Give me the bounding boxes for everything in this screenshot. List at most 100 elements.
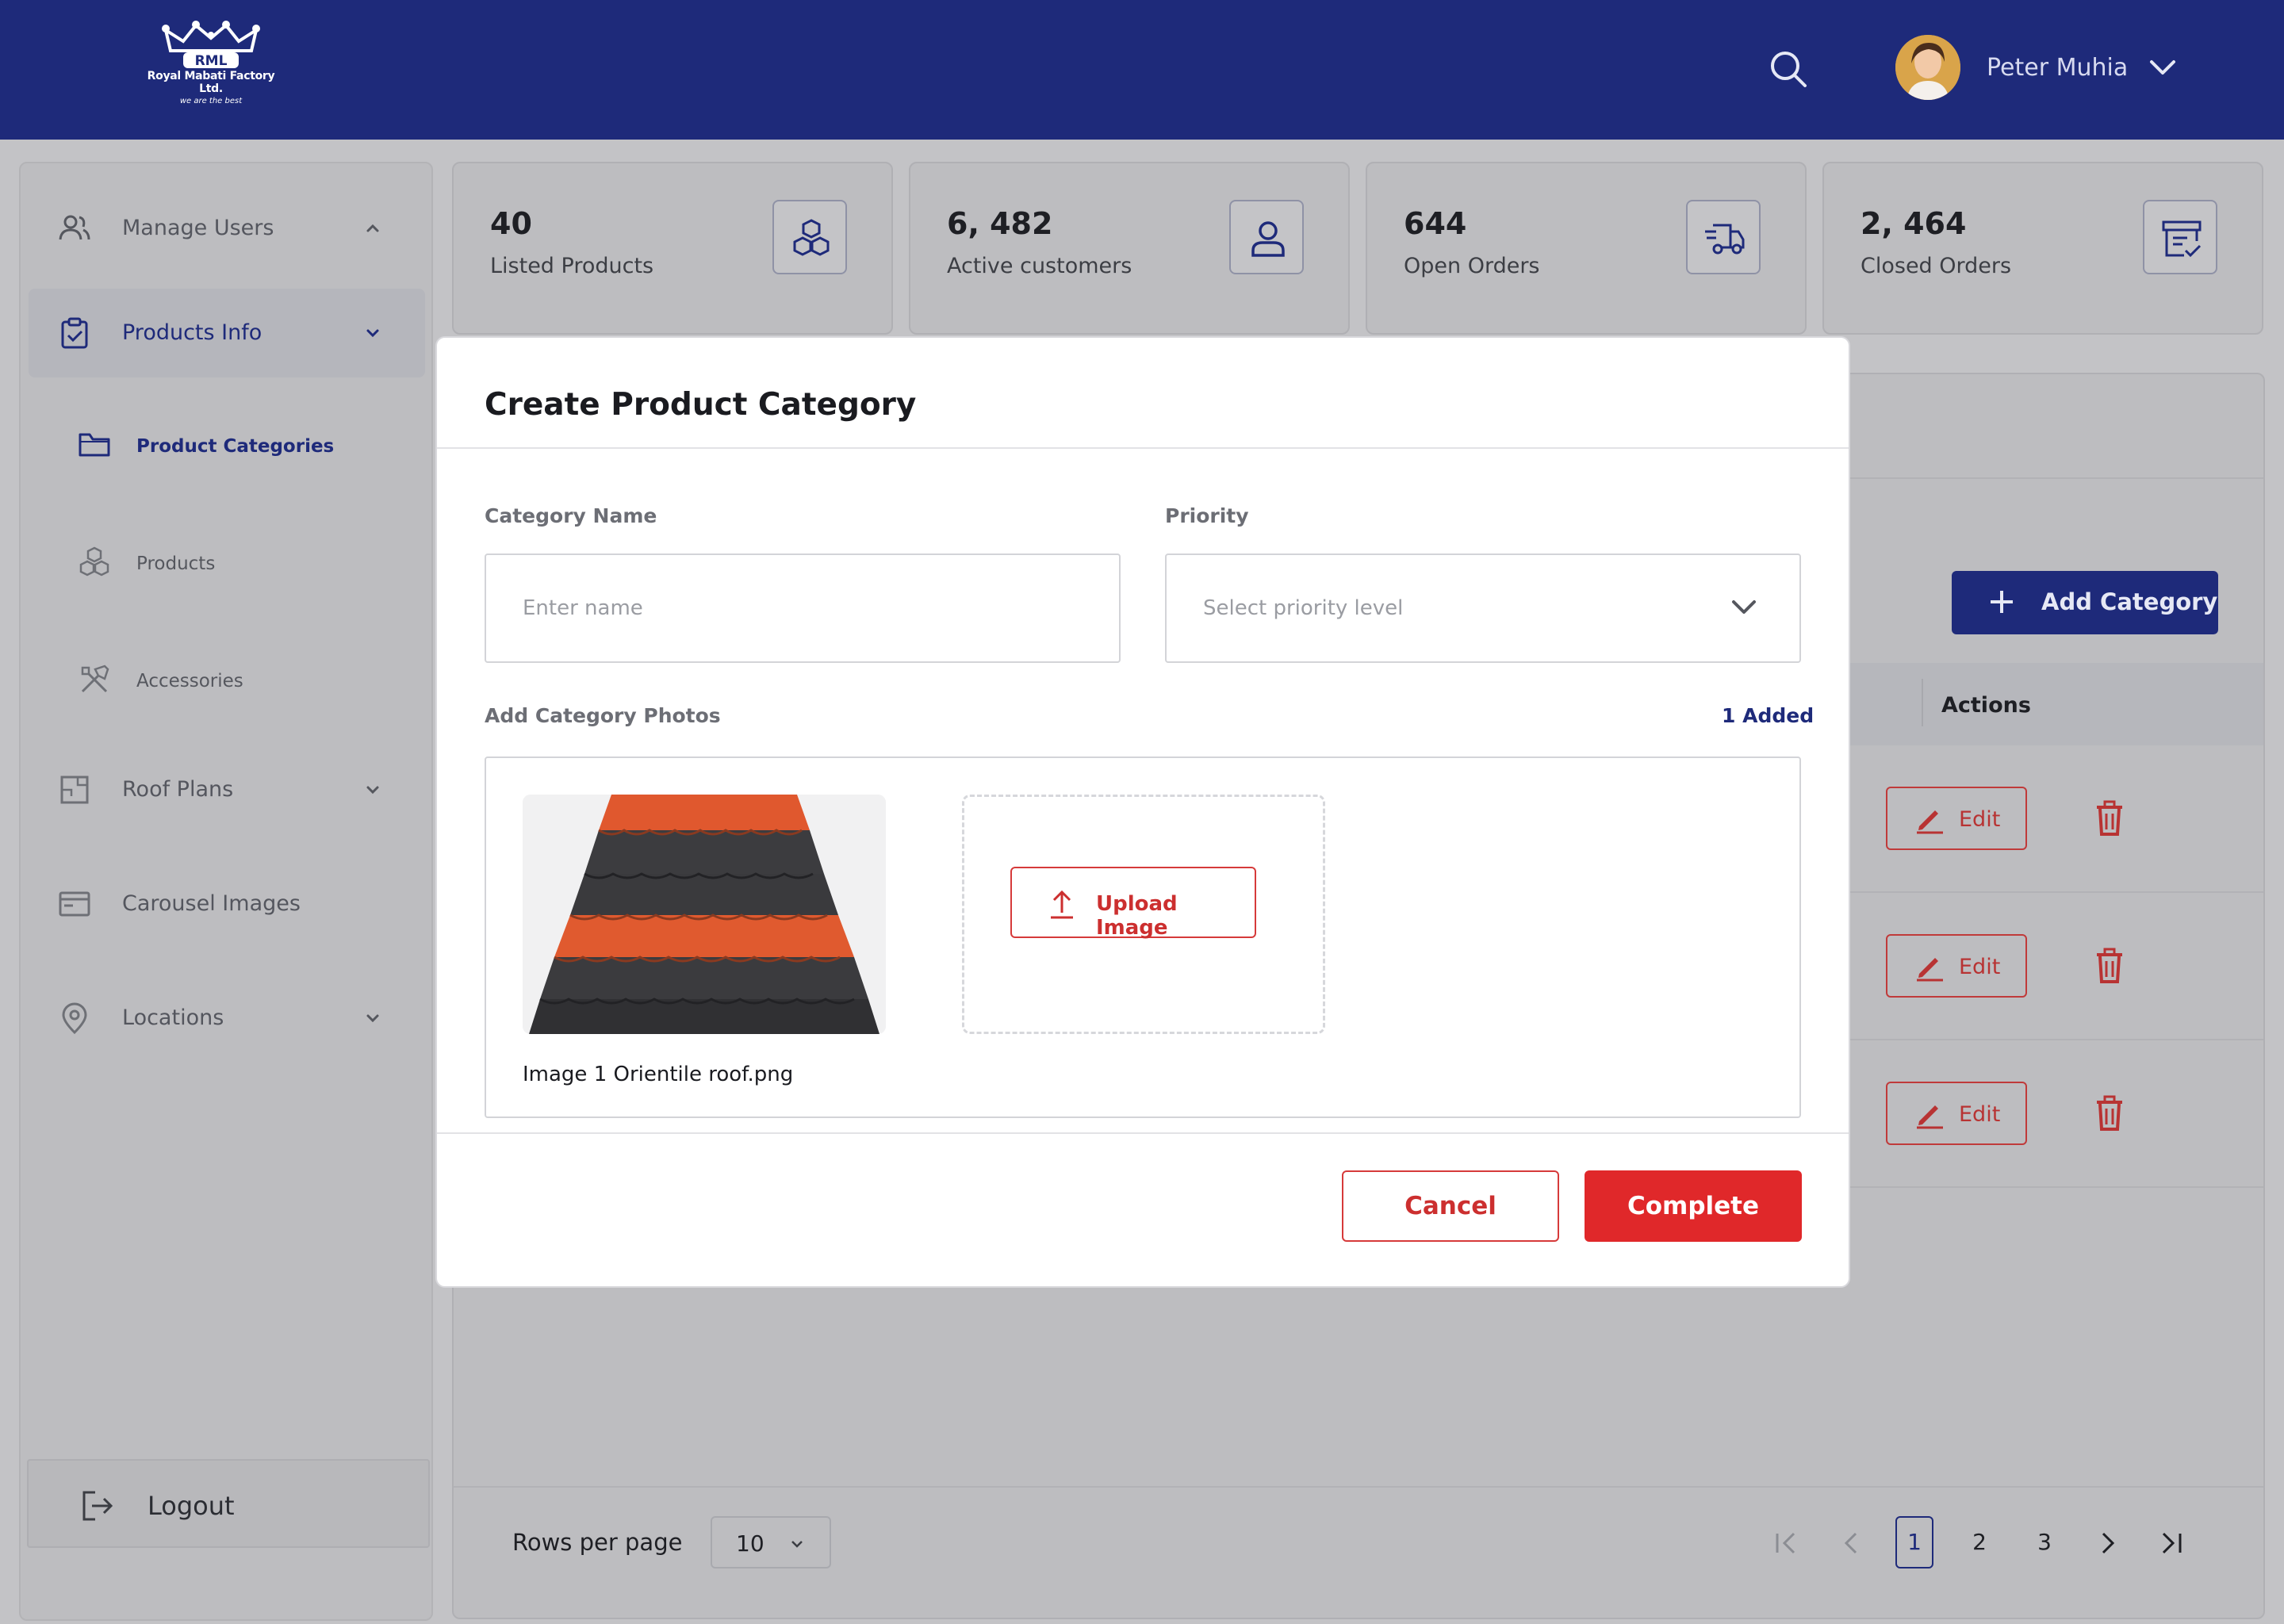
chevron-down-icon [366, 786, 379, 795]
map-pin-icon [62, 1002, 87, 1035]
category-name-input[interactable] [485, 553, 1121, 663]
upload-image-button[interactable]: Upload Image [1010, 867, 1256, 940]
sidebar-item-carousel-images[interactable]: Carousel Images [21, 860, 433, 948]
tools-icon [81, 665, 109, 693]
edit-label: Edit [1959, 955, 2001, 979]
modal-footer-divider [437, 1132, 1849, 1134]
logout-button[interactable]: Logout [27, 1459, 430, 1548]
stat-card-closed-orders: 2, 464 Closed Orders [1822, 162, 2263, 335]
sidebar-item-locations[interactable]: Locations [21, 974, 433, 1063]
stat-icon-box [2143, 200, 2217, 274]
page-3-button[interactable]: 3 [2025, 1516, 2064, 1568]
stat-icon-box [1686, 200, 1761, 274]
photo-thumbnail[interactable] [523, 795, 886, 1034]
sidebar-item-products[interactable]: Products [21, 522, 433, 601]
chevron-down-icon [366, 1014, 379, 1023]
priority-select[interactable]: Select priority level [1165, 553, 1801, 663]
sidebar-item-products-info[interactable]: Products Info [29, 289, 425, 377]
edit-label: Edit [1959, 807, 2001, 832]
user-avatar-icon [1895, 35, 1960, 100]
edit-label: Edit [1959, 1102, 2001, 1127]
stat-label: Open Orders [1404, 254, 1540, 278]
sidebar-item-manage-users[interactable]: Manage Users [21, 184, 433, 273]
folder-icon [79, 433, 110, 457]
photo-caption: Image 1 Orientile roof.png [523, 1063, 794, 1086]
pencil-icon [1917, 810, 1943, 834]
rows-per-page-value: 10 [736, 1530, 765, 1557]
upload-arrow-icon [1051, 890, 1073, 919]
company-logo[interactable]: RML Royal Mabati Factory Ltd. we are the… [144, 21, 278, 105]
edit-button[interactable]: Edit [1886, 787, 2027, 850]
logo-brand-name: Royal Mabati Factory Ltd. [147, 70, 275, 95]
stat-card-active-customers: 6, 482 Active customers [909, 162, 1350, 335]
column-header-actions: Actions [1941, 693, 2031, 718]
rows-per-page-label: Rows per page [512, 1529, 683, 1556]
clipboard-check-icon [61, 317, 88, 349]
stat-card-listed-products: 40 Listed Products [452, 162, 893, 335]
first-page-icon[interactable] [1773, 1530, 1799, 1556]
add-category-label: Add Category [2041, 588, 2218, 615]
page-1-button[interactable]: 1 [1895, 1516, 1933, 1568]
browser-window-icon [59, 891, 90, 917]
logout-icon [82, 1491, 113, 1521]
previous-page-icon[interactable] [1838, 1530, 1864, 1556]
sidebar-item-product-categories[interactable]: Product Categories [21, 404, 433, 484]
chevron-down-icon[interactable] [2148, 56, 2178, 79]
sidebar-item-label: Products Info [122, 320, 263, 345]
priority-placeholder: Select priority level [1203, 596, 1404, 620]
trash-icon[interactable] [2092, 1094, 2127, 1132]
pencil-icon [1917, 1105, 1943, 1129]
archive-check-icon [2162, 220, 2202, 258]
priority-label: Priority [1165, 504, 1249, 527]
stat-label: Closed Orders [1861, 254, 2012, 278]
cancel-button[interactable]: Cancel [1342, 1170, 1559, 1242]
plus-icon [1991, 591, 2013, 613]
sidebar-item-label: Product Categories [136, 436, 335, 457]
trash-icon[interactable] [2092, 947, 2127, 985]
roof-tile-photo [523, 795, 886, 1034]
sidebar-item-accessories[interactable]: Accessories [21, 639, 433, 718]
logo-tagline: we are the best [179, 97, 243, 105]
pencil-icon [1917, 958, 1943, 982]
trash-icon[interactable] [2092, 799, 2127, 837]
avatar[interactable] [1895, 35, 1960, 100]
next-page-icon[interactable] [2095, 1530, 2121, 1556]
photos-label: Add Category Photos [485, 704, 721, 727]
sidebar-item-roof-plans[interactable]: Roof Plans [21, 745, 433, 834]
modal-title: Create Product Category [485, 387, 917, 423]
stat-label: Active customers [947, 254, 1132, 278]
stat-label: Listed Products [490, 254, 654, 278]
cubes-icon [793, 219, 830, 256]
page-2-button[interactable]: 2 [1960, 1516, 1998, 1568]
stat-card-open-orders: 644 Open Orders [1366, 162, 1807, 335]
chevron-up-icon [366, 224, 379, 232]
sidebar-item-label: Manage Users [122, 216, 274, 240]
cubes-icon [79, 546, 109, 576]
column-divider [1922, 679, 1923, 726]
complete-button[interactable]: Complete [1585, 1170, 1802, 1242]
sidebar-item-label: Carousel Images [122, 891, 301, 916]
user-icon [1251, 221, 1285, 257]
edit-button[interactable]: Edit [1886, 934, 2027, 998]
edit-button[interactable]: Edit [1886, 1082, 2027, 1145]
chevron-down-icon [366, 329, 379, 338]
add-category-button[interactable]: Add Category [1952, 571, 2218, 634]
crown-logo-icon: RML [162, 21, 260, 69]
rows-per-page-select[interactable]: 10 [711, 1516, 831, 1568]
search-icon[interactable] [1769, 49, 1808, 89]
user-name[interactable]: Peter Muhia [1987, 54, 2128, 82]
chevron-down-icon [791, 1541, 803, 1548]
sidebar-item-label: Accessories [136, 671, 243, 691]
chevron-down-icon [1732, 600, 1756, 614]
last-page-icon[interactable] [2159, 1530, 2184, 1556]
users-icon [59, 215, 90, 240]
modal-header-divider [437, 447, 1849, 449]
upload-dropzone[interactable]: Upload Image [962, 795, 1325, 1034]
sidebar: Manage Users Products Info Product Categ… [19, 162, 433, 1621]
sidebar-item-label: Products [136, 553, 216, 574]
stat-value: 40 [490, 206, 532, 241]
stat-icon-box [772, 200, 847, 274]
category-name-label: Category Name [485, 504, 657, 527]
stat-value: 644 [1404, 206, 1467, 241]
photos-added-count: 1 Added [1722, 704, 1815, 727]
